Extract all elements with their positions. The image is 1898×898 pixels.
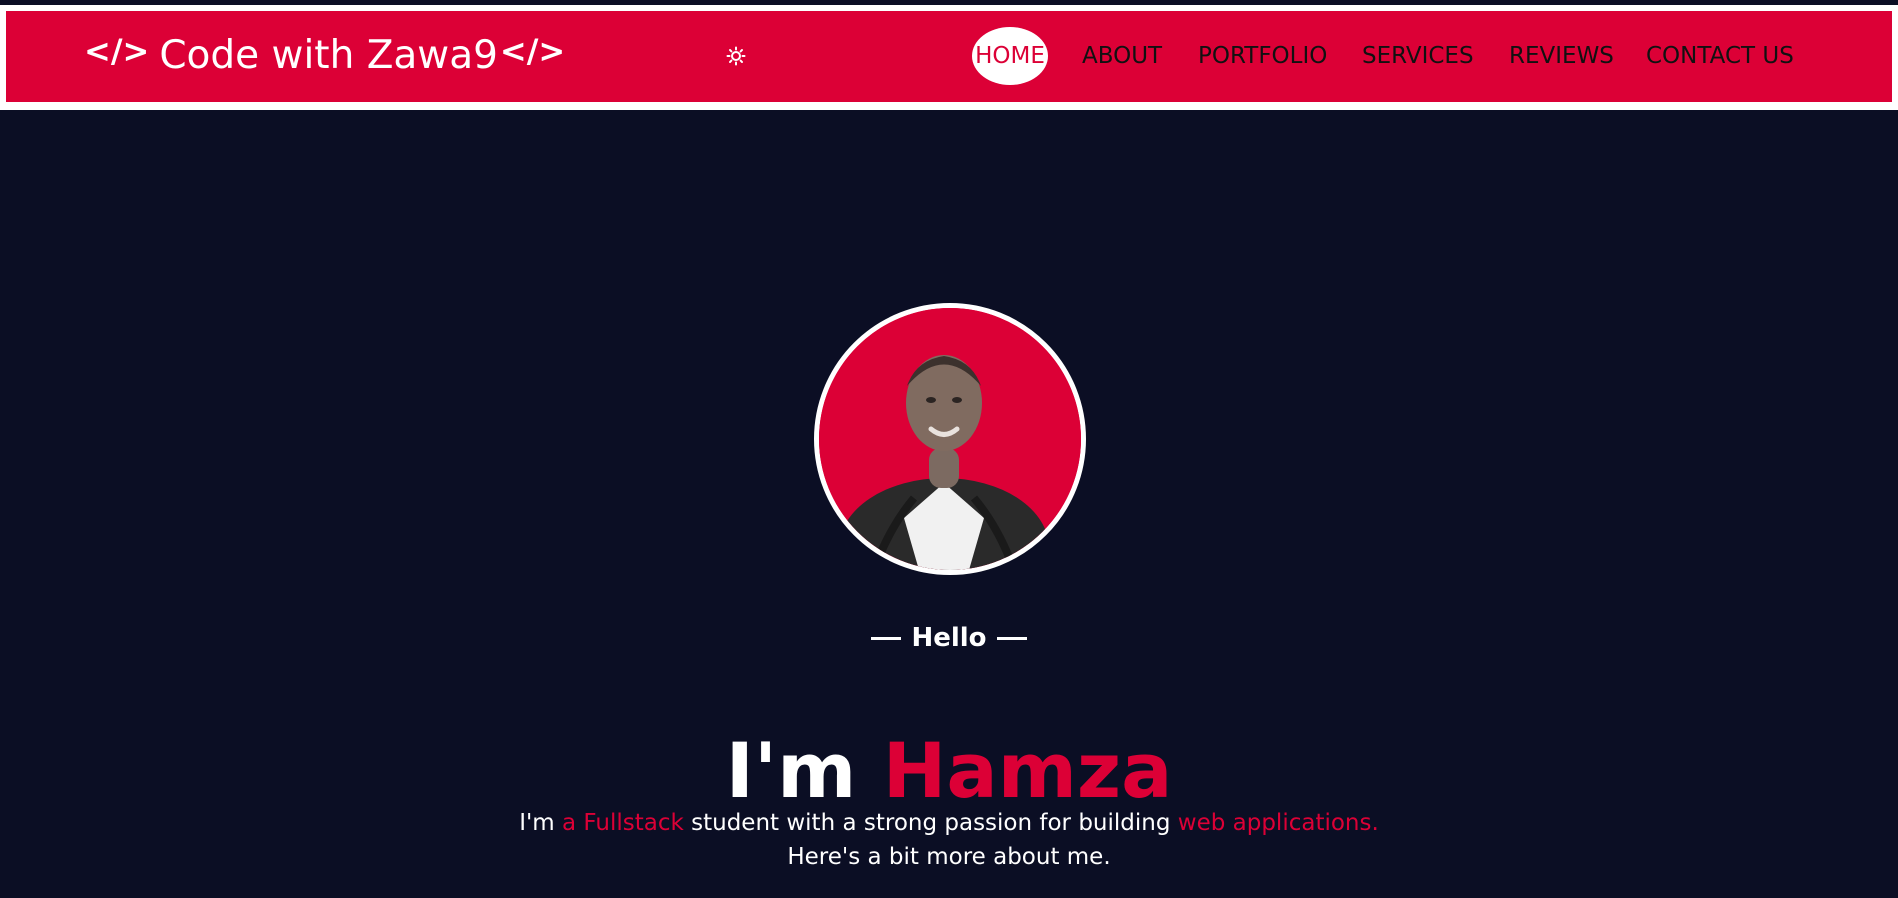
intro-part-1: I'm xyxy=(519,810,555,836)
nav-contact[interactable]: CONTACT US xyxy=(1646,41,1794,71)
headline-prefix: I'm xyxy=(725,725,857,815)
hello-right-dash xyxy=(996,636,1027,640)
navbar: </> Code with Zawa9 </> HOME ABOUT PORTF… xyxy=(6,11,1892,102)
nav-portfolio[interactable]: PORTFOLIO xyxy=(1198,41,1327,71)
intro-highlight-web-applications: web applications. xyxy=(1177,810,1379,836)
nav-about[interactable]: ABOUT xyxy=(1082,41,1162,71)
headline-name: Hamza xyxy=(882,725,1173,815)
nav-home[interactable]: HOME xyxy=(972,27,1048,85)
profile-avatar xyxy=(814,303,1086,575)
main-navigation: HOME ABOUT PORTFOLIO SERVICES REVIEWS CO… xyxy=(6,11,1892,102)
hello-left-dash xyxy=(871,636,902,640)
intro-highlight-fullstack: a Fullstack xyxy=(562,810,684,836)
nav-services[interactable]: SERVICES xyxy=(1362,41,1474,71)
intro-part-3: student with a strong passion for buildi… xyxy=(691,810,1171,836)
hello-heading: Hello xyxy=(0,623,1898,653)
hello-text: Hello xyxy=(911,623,987,653)
top-frame: </> Code with Zawa9 </> HOME ABOUT PORTF… xyxy=(0,0,1898,110)
intro-line-2: Here's a bit more about me. xyxy=(787,844,1111,870)
hero-section: Hello I'm Hamza I'm a Fullstack student … xyxy=(0,112,1898,898)
hero-intro: I'm a Fullstack student with a strong pa… xyxy=(0,806,1898,874)
intro-line-1: I'm a Fullstack student with a strong pa… xyxy=(0,806,1898,840)
nav-reviews[interactable]: REVIEWS xyxy=(1509,41,1614,71)
top-border-line xyxy=(0,0,1898,5)
profile-photo xyxy=(819,308,1081,570)
